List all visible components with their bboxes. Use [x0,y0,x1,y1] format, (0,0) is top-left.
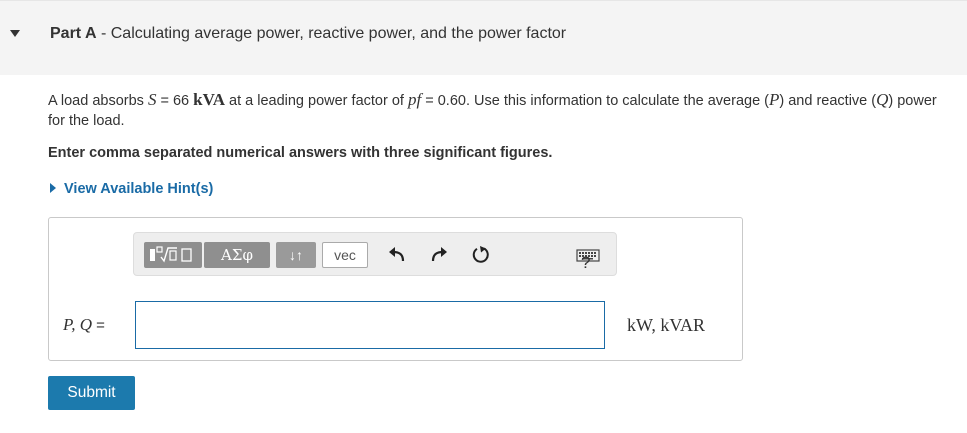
symbol-P: P [769,90,780,109]
part-title: Part A - Calculating average power, reac… [50,25,566,43]
templates-button[interactable] [144,242,202,268]
templates-icon [150,246,192,263]
reset-icon[interactable] [470,244,492,266]
greek-symbols-button[interactable]: ΑΣφ [204,242,270,268]
problem-text: ) and reactive ( [779,93,877,109]
submit-button[interactable]: Submit [48,376,135,410]
part-title-text: Calculating average power, reactive powe… [110,25,567,42]
problem-text: = 66 [156,93,194,109]
hint-label: View Available Hint(s) [64,181,214,197]
symbol-Q: Q [876,90,889,109]
problem-text: = 0.60. Use this information to calculat… [421,93,769,109]
answer-variables: P, Q [63,315,92,334]
problem-text: A load absorbs [48,93,148,109]
math-toolbar: ΑΣφ ↓↑ vec [133,232,617,276]
arrows-button[interactable]: ↓↑ [276,242,316,268]
answer-units: kW, kVAR [627,315,706,335]
undo-icon[interactable] [386,244,408,266]
problem-text: at a leading power factor of [224,93,408,109]
answer-input[interactable] [135,301,605,349]
instructions: Enter comma separated numerical answers … [48,145,553,161]
redo-icon[interactable] [428,244,450,266]
expand-arrow-icon [50,182,56,193]
symbol-pf: pf [407,90,422,109]
collapse-arrow-icon[interactable] [10,30,20,37]
vector-button[interactable]: vec [322,242,368,268]
part-separator: - [96,25,111,42]
answer-box: ΑΣφ ↓↑ vec ? P, Q = kW, kVAR [48,217,743,361]
problem-statement: A load absorbs S = 66 kVA at a leading p… [48,90,938,131]
unit-kva: kVA [193,90,225,109]
answer-label: P, Q = [63,315,105,335]
help-button[interactable]: ? [581,253,590,273]
equals-sign: = [91,317,105,334]
part-header[interactable]: Part A - Calculating average power, reac… [0,0,967,75]
part-label: Part A [50,25,97,42]
view-hints-link[interactable]: View Available Hint(s) [50,181,213,197]
